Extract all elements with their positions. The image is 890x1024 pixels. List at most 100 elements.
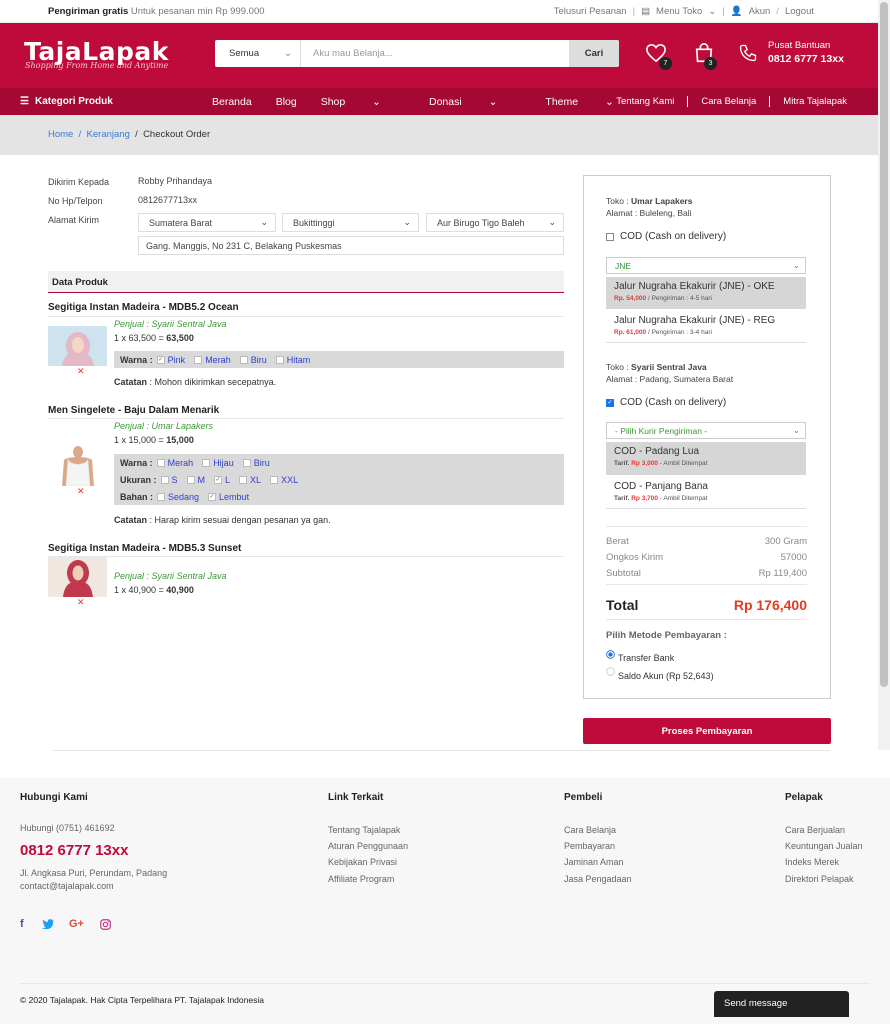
process-payment-button[interactable]: Proses Pembayaran — [583, 718, 831, 744]
category-menu-button[interactable]: ☰ Kategori Produk — [20, 96, 113, 107]
account-link[interactable]: Akun — [749, 6, 771, 17]
material-option-sedang[interactable]: Sedang — [157, 492, 199, 502]
checkbox[interactable] — [202, 458, 211, 467]
cod-checkbox-row[interactable]: COD (Cash on delivery) — [606, 231, 726, 242]
size-option-xl[interactable]: XL — [239, 475, 261, 485]
option-label: M — [197, 474, 206, 485]
footer-link[interactable]: Jaminan Aman — [564, 857, 624, 867]
track-order-link[interactable]: Telusuri Pesanan — [554, 6, 627, 17]
pay-transfer-option[interactable]: Transfer Bank — [606, 645, 674, 663]
checkbox-checked[interactable]: ✓ — [606, 398, 614, 407]
footer-link[interactable]: Cara Belanja — [564, 825, 616, 835]
checkbox[interactable] — [156, 458, 165, 467]
radio[interactable] — [606, 667, 615, 676]
product-thumbnail[interactable] — [48, 557, 107, 597]
checkbox[interactable] — [186, 475, 195, 484]
size-option-xxl[interactable]: XXL — [270, 475, 298, 485]
size-option-s[interactable]: S — [160, 475, 178, 485]
footer-link[interactable]: Kebijakan Privasi — [328, 857, 397, 867]
shipping-option-selected[interactable]: COD - Padang Lua Tarif. Rp 3,000 - Ambil… — [606, 442, 806, 475]
color-option-merah[interactable]: Merah — [194, 355, 231, 365]
product-thumbnail[interactable] — [48, 444, 107, 486]
nav-link-about[interactable]: Tentang Kami — [603, 96, 687, 107]
checkbox[interactable] — [242, 458, 251, 467]
breadcrumb-cart[interactable]: Keranjang — [87, 129, 130, 140]
product-name[interactable]: Segitiga Instan Madeira - MDB5.2 Ocean — [48, 302, 239, 313]
size-option-l[interactable]: ✓ L — [214, 475, 230, 485]
wishlist-button[interactable]: 7 — [645, 43, 672, 70]
footer-link[interactable]: Pembayaran — [564, 841, 615, 851]
color-option-hijau[interactable]: Hijau — [202, 458, 234, 468]
checkbox[interactable] — [157, 492, 166, 501]
footer-link[interactable]: Tentang Tajalapak — [328, 825, 400, 835]
color-option-biru[interactable]: Biru — [242, 458, 270, 468]
cod-checkbox-row[interactable]: ✓ COD (Cash on delivery) — [606, 397, 726, 408]
send-message-widget[interactable]: Send message — [714, 991, 849, 1017]
shipping-option[interactable]: Jalur Nugraha Ekakurir (JNE) - REG Rp. 6… — [606, 311, 806, 343]
checkbox[interactable] — [606, 232, 614, 241]
facebook-icon[interactable]: f — [20, 918, 24, 930]
breadcrumb-current: Checkout Order — [143, 129, 211, 140]
courier-select[interactable]: JNE ⌄ — [606, 257, 806, 274]
checkbox[interactable] — [239, 475, 248, 484]
phone-icon — [739, 44, 757, 61]
product-name[interactable]: Men Singelete - Baju Dalam Menarik — [48, 405, 219, 416]
shipping-option-selected[interactable]: Jalur Nugraha Ekakurir (JNE) - OKE Rp. 5… — [606, 277, 806, 309]
shipping-option[interactable]: COD - Panjang Bana Tarif. Rp 3,700 - Amb… — [606, 477, 806, 509]
shipping-option-name: COD - Padang Lua — [614, 446, 700, 457]
checkbox[interactable] — [160, 475, 169, 484]
store-menu-link[interactable]: Menu Toko — [656, 6, 702, 17]
checkbox[interactable] — [239, 355, 248, 364]
footer-email[interactable]: contact@tajalapak.com — [20, 881, 114, 891]
nav-item-blog[interactable]: Blog — [276, 96, 297, 108]
remove-item-icon[interactable]: ✕ — [77, 597, 85, 608]
size-option-m[interactable]: M — [186, 474, 206, 485]
street-address-field[interactable]: Gang. Manggis, No 231 C, Belakang Puskes… — [138, 236, 564, 255]
search-input[interactable] — [301, 40, 569, 67]
courier-select[interactable]: - Pilih Kurir Pengiriman - ⌄ — [606, 422, 806, 439]
footer-link[interactable]: Direktori Pelapak — [785, 874, 854, 884]
color-option-pink[interactable]: ✓ Pink — [156, 355, 185, 365]
nav-link-partners[interactable]: Mitra Tajalapak — [769, 96, 860, 107]
footer-phone-big[interactable]: 0812 6777 13xx — [20, 842, 128, 859]
footer-link[interactable]: Indeks Merek — [785, 857, 839, 867]
footer-link[interactable]: Aturan Penggunaan — [328, 841, 408, 851]
province-select[interactable]: Sumatera Barat ⌄ — [138, 213, 276, 232]
checkbox-checked[interactable]: ✓ — [214, 475, 223, 484]
remove-item-icon[interactable]: ✕ — [77, 486, 85, 497]
checkbox-checked[interactable]: ✓ — [156, 355, 165, 364]
nav-item-donasi[interactable]: Donasi ⌄ — [429, 96, 521, 108]
search-button[interactable]: Cari — [569, 40, 619, 67]
nav-item-beranda[interactable]: Beranda — [212, 96, 252, 108]
color-option-merah[interactable]: Merah — [156, 458, 193, 468]
breadcrumb-home[interactable]: Home — [48, 129, 73, 140]
color-option-biru[interactable]: Biru — [239, 355, 267, 365]
google-plus-icon[interactable]: G+ — [69, 918, 84, 930]
footer-link[interactable]: Keuntungan Jualan — [785, 841, 863, 851]
instagram-icon[interactable] — [100, 919, 111, 933]
search-category-select[interactable]: Semua ⌄ — [215, 40, 301, 67]
radio-selected[interactable] — [606, 649, 615, 659]
city-select[interactable]: Bukittinggi ⌄ — [282, 213, 419, 232]
footer-link[interactable]: Cara Berjualan — [785, 825, 845, 835]
remove-item-icon[interactable]: ✕ — [77, 366, 85, 377]
nav-item-shop[interactable]: Shop ⌄ — [321, 96, 405, 108]
checkbox[interactable] — [275, 355, 284, 364]
twitter-icon[interactable] — [42, 919, 54, 932]
checkbox-checked[interactable]: ✓ — [208, 492, 217, 501]
color-option-hitam[interactable]: Hitam — [275, 355, 310, 365]
footer-link[interactable]: Jasa Pengadaan — [564, 874, 632, 884]
footer-link[interactable]: Affiliate Program — [328, 874, 394, 884]
checkbox[interactable] — [270, 475, 279, 484]
scrollbar-thumb[interactable] — [880, 2, 888, 687]
nav-link-how-to-buy[interactable]: Cara Belanja — [687, 96, 769, 107]
checkbox[interactable] — [194, 355, 203, 364]
cart-button[interactable]: 3 — [693, 42, 717, 70]
district-select[interactable]: Aur Birugo Tigo Baleh ⌄ — [426, 213, 564, 232]
help-center[interactable]: Pusat Bantuan 0812 6777 13xx — [738, 40, 844, 65]
pay-saldo-option[interactable]: Saldo Akun (Rp 52,643) — [606, 662, 714, 681]
product-name[interactable]: Segitiga Instan Madeira - MDB5.3 Sunset — [48, 543, 241, 554]
material-option-lembut[interactable]: ✓ Lembut — [208, 492, 249, 502]
product-thumbnail[interactable] — [48, 326, 107, 366]
logout-link[interactable]: Logout — [785, 6, 814, 17]
